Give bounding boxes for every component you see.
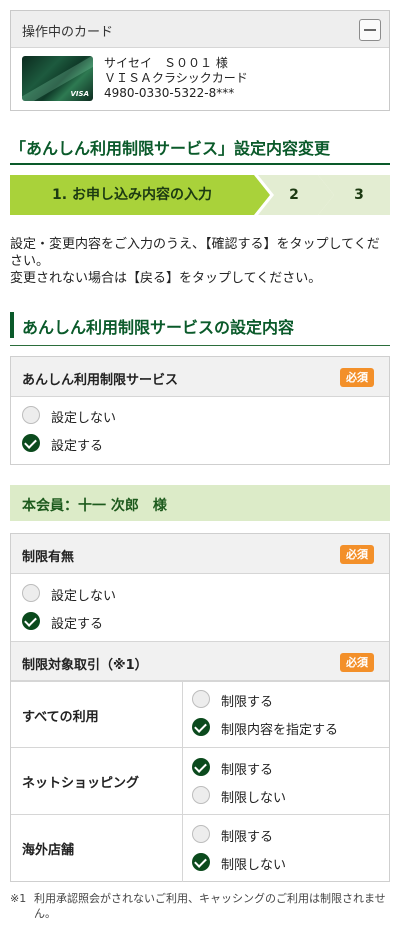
row-category: 海外店舗 [22,843,75,858]
step-3-label: 3 [354,187,364,203]
credit-card-image: VISA [22,56,93,101]
column-divider [182,682,183,747]
member-name-bar: 本会員：十一 次郎 様 [10,485,390,521]
radio-checked-icon [22,434,40,452]
table-row-all-usage: すべての利用 制限する 制限内容を指定する [11,681,389,747]
radio-label: 設定しない [51,589,117,604]
page-title: 「あんしん利用制限サービス」設定内容変更 [10,139,331,158]
restriction-header: 制限有無 必須 [11,534,389,574]
footnote-text: 利用承認照会がされないご利用、キャッシングのご利用は制限されません。 [34,892,386,920]
radio-label: 制限しない [221,791,287,806]
column-divider [182,748,183,814]
target-header: 制限対象取引（※1） 必須 [11,641,389,681]
card-type: ＶＩＳＡクラシックカード [104,71,248,85]
radio-label: 制限する [221,695,274,710]
row-category: すべての利用 [22,710,99,725]
radio-checked-icon [192,853,210,871]
row-category: ネットショッピング [22,776,140,791]
section-heading-bar [10,312,14,338]
radio-label: 制限する [221,830,274,845]
radio-unchecked-icon [192,690,210,708]
radio-checked-icon [192,758,210,776]
radio-unchecked-icon [192,786,210,804]
radio-checked-icon [192,718,210,736]
instructions: 設定・変更内容をご入力のうえ、【確認する】をタップしてください。 変更されない場… [10,236,392,287]
table-row-net-shopping: ネットショッピング 制限する 制限しない [11,747,389,814]
card-holder-name: サイセイ Ｓ００１ 様 [104,56,228,70]
radio-label: 設定する [51,439,104,454]
required-badge: 必須 [340,653,374,672]
step-indicator: 1. お申し込み内容の入力 2 3 [10,175,390,215]
card-number: 4980-0330-5322-8*** [104,86,235,100]
radio-label: 設定する [51,617,104,632]
service-setting-block: あんしん利用制限サービス 必須 設定しない 設定する [10,356,390,465]
section-heading: あんしん利用制限サービスの設定内容 [10,310,390,346]
instruction-line-1: 設定・変更内容をご入力のうえ、【確認する】をタップしてください。 [10,237,380,269]
restriction-label: 制限有無 [22,550,75,565]
title-divider [10,163,390,165]
step-1-label: 1. お申し込み内容の入力 [52,187,212,203]
service-setting-header: あんしん利用制限サービス 必須 [11,357,389,397]
section-heading-text: あんしん利用制限サービスの設定内容 [22,318,295,337]
card-panel-header: 操作中のカード [11,11,389,48]
step-2-label: 2 [289,187,299,203]
radio-label: 制限する [221,763,274,778]
radio-unchecked-icon [192,825,210,843]
card-info: サイセイ Ｓ００１ 様 ＶＩＳＡクラシックカード 4980-0330-5322-… [104,56,248,101]
required-badge: 必須 [340,368,374,387]
required-badge: 必須 [340,545,374,564]
radio-unchecked-icon [22,406,40,424]
table-row-overseas: 海外店舗 制限する 制限しない [11,814,389,882]
radio-label: 制限内容を指定する [221,723,339,738]
service-setting-label: あんしん利用制限サービス [22,373,179,388]
restriction-block: 制限有無 必須 設定しない 設定する 制限対象取引（※1） 必須 すべての利用 … [10,533,390,882]
card-panel-title: 操作中のカード [22,25,114,40]
visa-logo: VISA [70,90,89,98]
radio-label: 設定しない [51,411,117,426]
footnote-mark: ※1 [10,892,27,905]
column-divider [182,815,183,882]
member-name: 本会員：十一 次郎 様 [22,498,167,514]
current-card-panel: 操作中のカード VISA サイセイ Ｓ００１ 様 ＶＩＳＡクラシックカード 49… [10,10,390,111]
target-label: 制限対象取引（※1） [22,658,148,673]
instruction-line-2: 変更されない場合は【戻る】をタップしてください。 [10,271,322,286]
minus-icon[interactable] [359,19,381,41]
radio-checked-icon [22,612,40,630]
radio-unchecked-icon [22,584,40,602]
radio-label: 制限しない [221,858,287,873]
